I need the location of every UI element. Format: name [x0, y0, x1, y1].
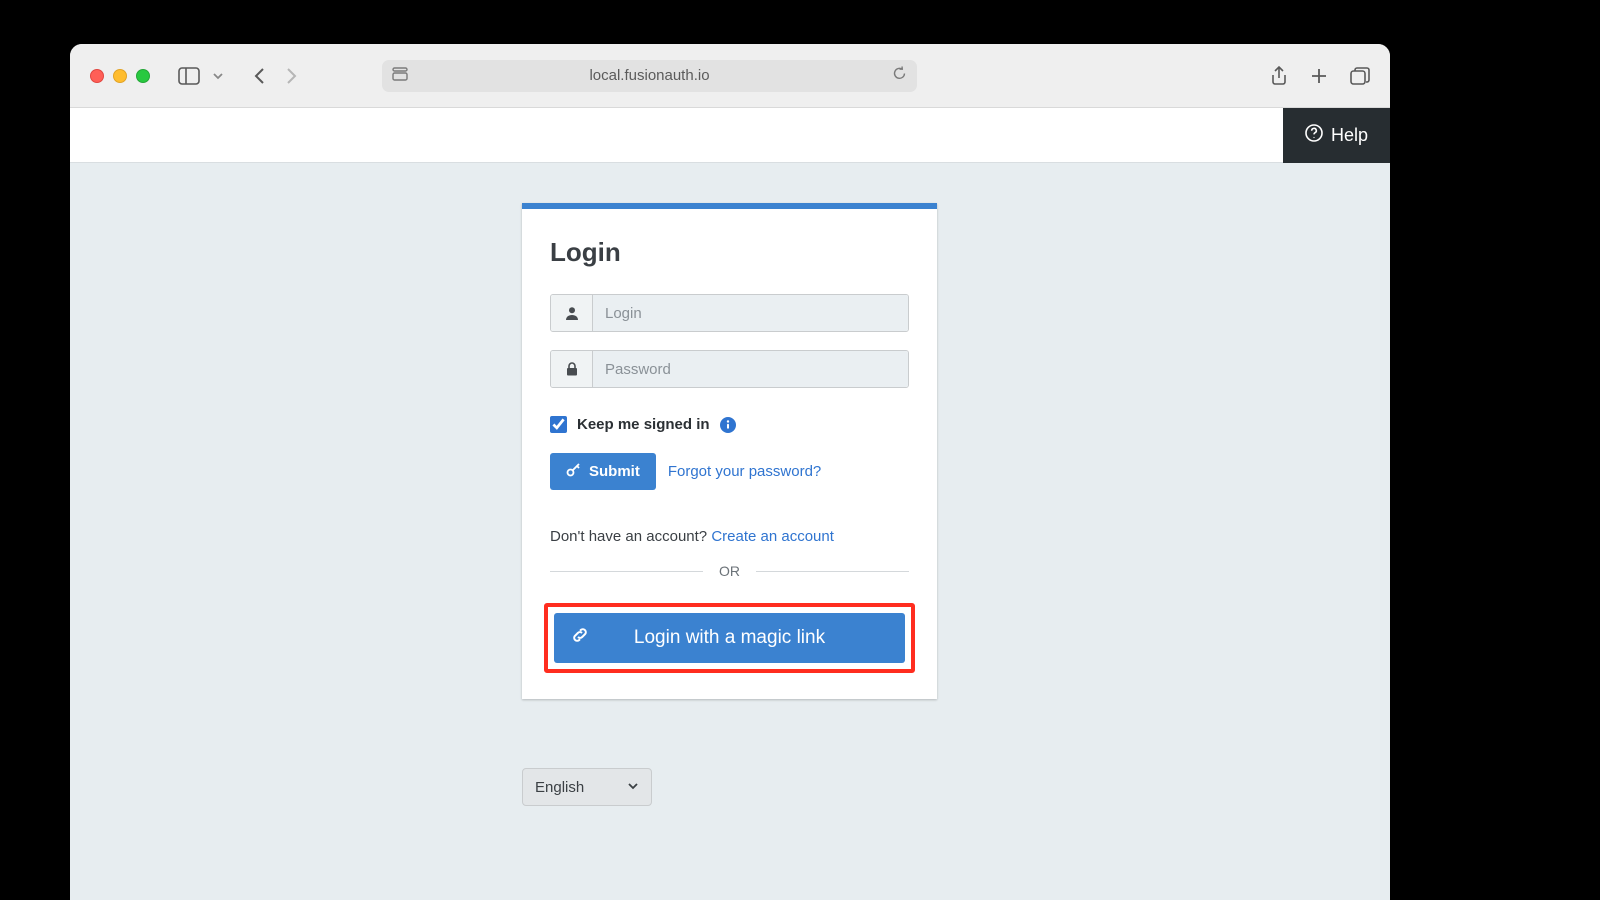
language-select[interactable]: English: [522, 768, 652, 806]
link-icon: [570, 625, 590, 651]
minimize-window-button[interactable]: [113, 69, 127, 83]
address-text: local.fusionauth.io: [589, 67, 709, 84]
close-window-button[interactable]: [90, 69, 104, 83]
password-input-group: [550, 350, 909, 388]
key-icon: [566, 462, 581, 481]
browser-window: local.fusionauth.io Help Login: [70, 44, 1390, 900]
sidebar-toggle-icon[interactable]: [178, 67, 200, 85]
divider-label: OR: [719, 563, 740, 579]
maximize-window-button[interactable]: [136, 69, 150, 83]
address-bar[interactable]: local.fusionauth.io: [382, 60, 917, 92]
login-input-group: [550, 294, 909, 332]
help-icon: [1305, 124, 1323, 147]
divider-line: [550, 571, 703, 572]
help-button[interactable]: Help: [1283, 108, 1390, 163]
submit-button[interactable]: Submit: [550, 453, 656, 490]
page-content: Help Login Keep me signed in: [70, 108, 1390, 900]
reload-icon[interactable]: [892, 66, 907, 85]
help-label: Help: [1331, 125, 1368, 146]
chevron-down-icon: [627, 779, 639, 796]
browser-toolbar: local.fusionauth.io: [70, 44, 1390, 108]
password-input[interactable]: [593, 351, 908, 387]
keep-signed-in-row: Keep me signed in: [550, 416, 909, 433]
forgot-password-link[interactable]: Forgot your password?: [668, 463, 821, 480]
action-row: Submit Forgot your password?: [550, 453, 909, 490]
divider-row: OR: [550, 563, 909, 579]
magic-link-label: Login with a magic link: [634, 627, 825, 649]
new-tab-icon[interactable]: [1310, 66, 1328, 86]
forward-button[interactable]: [282, 67, 300, 85]
site-settings-icon[interactable]: [392, 67, 408, 85]
tabs-overview-icon[interactable]: [1350, 66, 1370, 86]
navigation-group: [252, 67, 300, 85]
login-title: Login: [550, 237, 909, 268]
submit-label: Submit: [589, 463, 640, 480]
info-icon[interactable]: [720, 417, 736, 433]
back-button[interactable]: [252, 67, 270, 85]
divider-line: [756, 571, 909, 572]
lock-icon: [551, 351, 593, 387]
keep-signed-in-label: Keep me signed in: [577, 416, 710, 433]
create-account-link[interactable]: Create an account: [711, 528, 834, 545]
share-icon[interactable]: [1270, 66, 1288, 86]
no-account-row: Don't have an account? Create an account: [550, 528, 909, 545]
magic-link-button[interactable]: Login with a magic link: [554, 613, 905, 663]
user-icon: [551, 295, 593, 331]
page-header: [70, 108, 1390, 163]
keep-signed-in-checkbox[interactable]: [550, 416, 567, 433]
window-controls: [90, 69, 150, 83]
toolbar-right: [1270, 66, 1370, 86]
language-selected: English: [535, 779, 584, 796]
login-card: Login Keep me signed in: [522, 203, 937, 699]
chevron-down-icon[interactable]: [212, 70, 224, 82]
login-input[interactable]: [593, 295, 908, 331]
no-account-text: Don't have an account?: [550, 528, 711, 545]
magic-link-highlight: Login with a magic link: [544, 603, 915, 673]
